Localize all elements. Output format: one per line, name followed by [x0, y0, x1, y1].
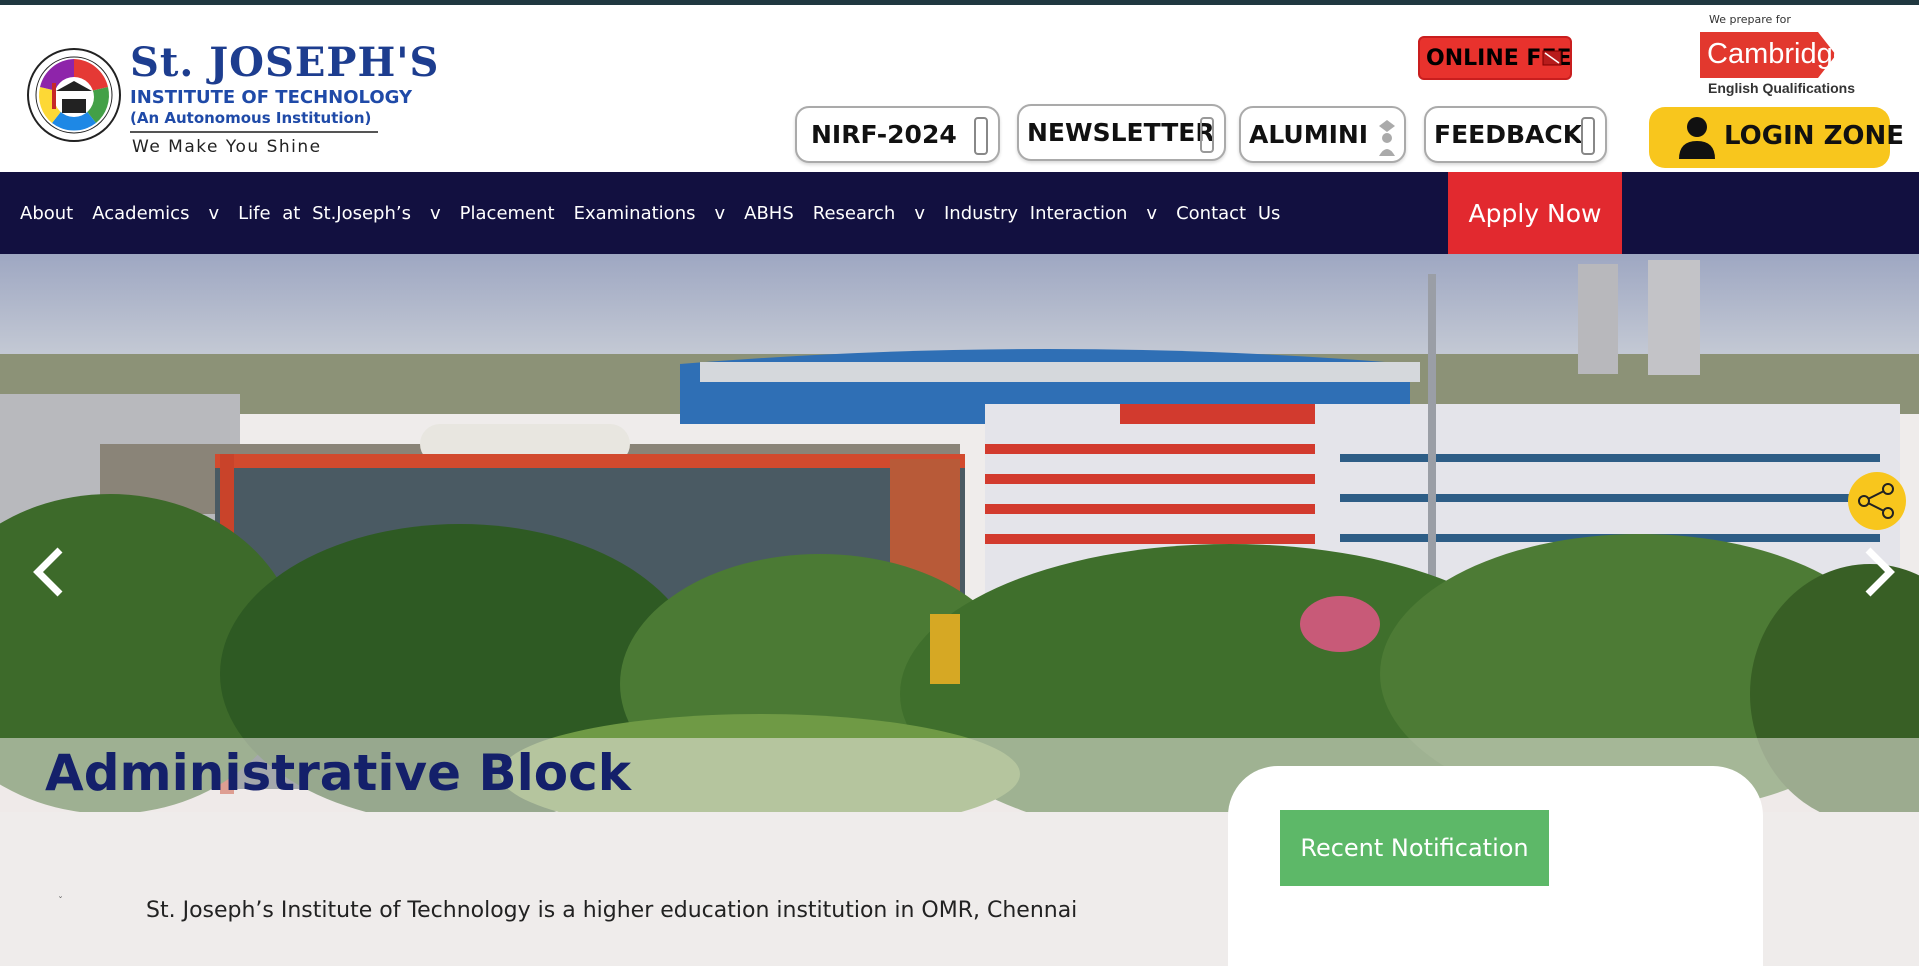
online-fee-button[interactable]: ONLINE FEE — [1418, 36, 1572, 80]
nav-item-examinations[interactable]: Examinations v — [574, 203, 726, 224]
nav-item-placement[interactable]: Placement — [460, 203, 555, 224]
main-nav: About Academics v Life at St.Joseph’s v Pl… — [0, 172, 1919, 254]
newsletter-button[interactable]: NEWSLETTER — [1017, 104, 1226, 161]
share-button[interactable] — [1848, 472, 1906, 530]
logo-divider — [130, 131, 378, 133]
nav-item-life[interactable]: Life at St.Joseph’s v — [238, 203, 441, 224]
intro-text: St. Joseph’s Institute of Technology is … — [146, 898, 1078, 923]
cambridge-badge[interactable]: We prepare for Cambridge English Qualifi… — [1695, 10, 1875, 98]
logo-institute: INSTITUTE OF TECHNOLOGY — [130, 87, 413, 108]
feedback-label: FEEDBACK — [1434, 120, 1583, 149]
newsletter-label: NEWSLETTER — [1027, 118, 1215, 147]
card-icon — [1542, 50, 1562, 66]
site-logo[interactable]: St. JOSEPH'S INSTITUTE OF TECHNOLOGY (An… — [26, 39, 438, 159]
college-seal-icon — [27, 48, 121, 142]
cambridge-prefix: We prepare for — [1709, 13, 1791, 26]
campus-photo — [0, 254, 1919, 812]
chevron-down-icon: v — [208, 202, 220, 224]
scroll-hint-icon: ˇ — [58, 896, 63, 907]
logo-tagline: We Make You Shine — [132, 137, 322, 157]
mobile-icon — [974, 117, 988, 155]
nav-item-research[interactable]: Research v — [813, 203, 925, 224]
chevron-left-icon[interactable] — [30, 544, 70, 600]
nav-label: Placement — [459, 202, 555, 224]
nav-label: Contact Us — [1176, 202, 1281, 224]
cambridge-sub: English Qualifications — [1708, 80, 1856, 96]
nav-item-contact[interactable]: Contact Us — [1176, 203, 1280, 224]
cambridge-name: Cambridge — [1707, 38, 1849, 70]
nav-label: Industry Interaction — [944, 202, 1128, 224]
nav-label: Life at St.Joseph’s — [238, 202, 411, 224]
login-zone-button[interactable]: LOGIN ZONE — [1649, 107, 1904, 168]
nav-label: Examinations — [573, 202, 696, 224]
feedback-button[interactable]: FEEDBACK — [1424, 106, 1607, 163]
alumni-label: ALUMINI — [1249, 120, 1369, 149]
chevron-down-icon: v — [1146, 202, 1158, 224]
document-icon — [1200, 117, 1214, 153]
nirf-label: NIRF-2024 — [811, 120, 957, 149]
share-icon — [1858, 483, 1894, 519]
nav-label: ABHS — [744, 202, 794, 224]
user-icon — [1679, 117, 1715, 159]
apply-now-button[interactable]: Apply Now — [1448, 172, 1622, 254]
nav-item-abhs[interactable]: ABHS — [744, 203, 794, 224]
nav-item-academics[interactable]: Academics v — [92, 203, 219, 224]
alumni-button[interactable]: ALUMINI — [1239, 106, 1406, 163]
site-header: St. JOSEPH'S INSTITUTE OF TECHNOLOGY (An… — [0, 5, 1919, 172]
chevron-down-icon: v — [914, 202, 925, 224]
chevron-down-icon: v — [714, 202, 726, 224]
nav-item-about[interactable]: About — [20, 203, 73, 224]
hero-carousel: Administrative Block — [0, 254, 1919, 812]
logo-name: St. JOSEPH'S — [130, 39, 440, 86]
nav-item-industry[interactable]: Industry Interaction v — [944, 203, 1157, 224]
nav-label: About — [20, 202, 74, 224]
nav-label: Research — [812, 202, 896, 224]
nav-label: Academics — [92, 202, 190, 224]
hero-caption-title: Administrative Block — [45, 744, 631, 802]
logo-autonomous: (An Autonomous Institution) — [130, 109, 372, 127]
graduate-icon — [1379, 120, 1395, 156]
chevron-right-icon[interactable] — [1858, 544, 1898, 600]
nirf-button[interactable]: NIRF-2024 — [795, 106, 1000, 163]
mobile-icon — [1581, 117, 1595, 155]
nav-menu: About Academics v Life at St.Joseph’s v Pl… — [20, 172, 1299, 254]
recent-notification-button[interactable]: Recent Notification — [1280, 810, 1549, 886]
chevron-down-icon: v — [430, 202, 441, 224]
login-zone-label: LOGIN ZONE — [1724, 121, 1905, 151]
